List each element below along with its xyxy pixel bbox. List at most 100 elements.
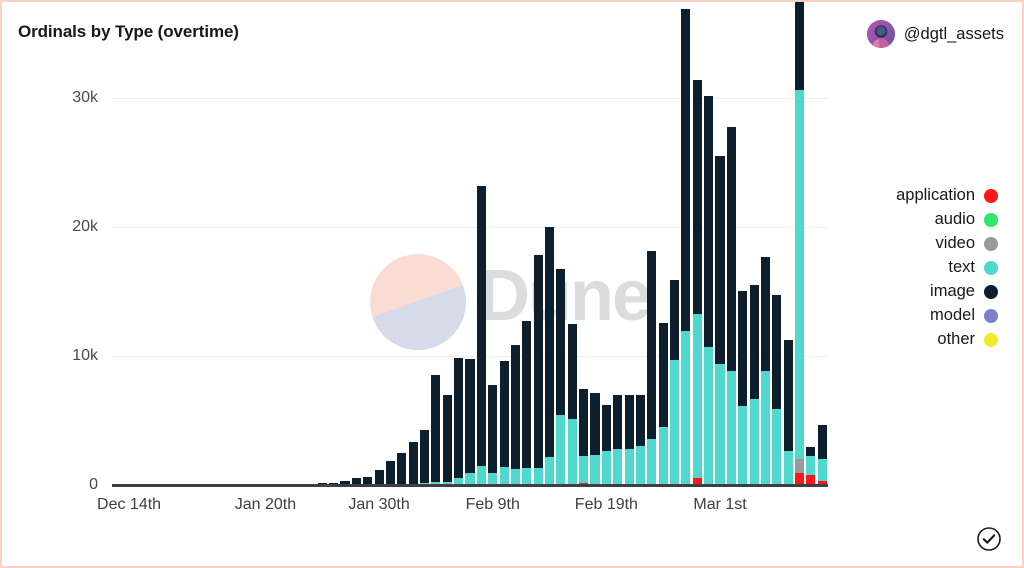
legend-item-label: model — [930, 306, 975, 324]
bar-segment-image — [431, 375, 441, 483]
bar-column[interactable] — [806, 446, 816, 485]
bar-segment-image — [635, 395, 645, 446]
bar-column[interactable] — [454, 358, 464, 485]
account-handle: @dgtl_assets — [903, 24, 1004, 43]
x-axis-ticks: Dec 14th Jan 20th Jan 30th Feb 9th Feb 19th M… — [2, 496, 1022, 522]
bar-segment-image — [783, 339, 793, 451]
bar-segment-image — [738, 290, 748, 406]
bar-column[interactable] — [749, 285, 759, 485]
bar-segment-text — [476, 466, 486, 485]
legend-item-model[interactable]: model — [930, 306, 998, 325]
bar-column[interactable] — [613, 394, 623, 485]
bar-column[interactable] — [681, 8, 691, 485]
bar-segment-image — [795, 2, 805, 91]
bar-segment-image — [749, 285, 759, 400]
bar-column[interactable] — [760, 257, 771, 485]
bar-column[interactable] — [647, 250, 657, 485]
bar-column[interactable] — [658, 322, 668, 485]
bar-segment-image — [476, 186, 486, 467]
bar-column[interactable] — [692, 79, 702, 485]
bar-segment-text — [749, 399, 759, 485]
bar-segment-image — [556, 269, 566, 416]
bar-column[interactable] — [795, 2, 805, 485]
bar-segment-image — [442, 395, 452, 482]
legend-color-swatch — [984, 260, 998, 275]
legend-item-video[interactable]: video — [936, 234, 998, 253]
x-axis-line — [112, 484, 828, 487]
bar-segment-text — [533, 467, 543, 485]
bar-column[interactable] — [499, 361, 509, 485]
legend-color-swatch — [984, 236, 998, 251]
plot-area: Dune — [112, 2, 828, 485]
y-tick-label: 10k — [72, 346, 98, 364]
bar-segment-text — [658, 427, 668, 485]
bar-segment-image — [545, 227, 555, 458]
bar-segment-image — [726, 126, 736, 371]
bar-column[interactable] — [726, 126, 736, 485]
legend-item-label: audio — [934, 210, 975, 228]
account-block[interactable]: @dgtl_assets — [866, 20, 1004, 48]
legend-item-audio[interactable]: audio — [935, 210, 998, 229]
bar-column[interactable] — [704, 95, 714, 485]
bar-column[interactable] — [579, 389, 589, 485]
bar-column[interactable] — [567, 323, 577, 485]
bar-segment-text — [613, 449, 623, 484]
bar-column[interactable] — [374, 470, 384, 485]
bar-segment-image — [499, 361, 509, 467]
bar-column[interactable] — [465, 358, 475, 485]
bar-column[interactable] — [476, 186, 486, 485]
bar-column[interactable] — [817, 424, 827, 485]
bar-column[interactable] — [397, 453, 407, 485]
bar-column[interactable] — [510, 344, 520, 485]
bar-segment-text — [795, 90, 805, 460]
bar-column[interactable] — [419, 429, 430, 485]
bar-column[interactable] — [556, 269, 566, 485]
bar-column[interactable] — [635, 395, 645, 485]
bar-segment-text — [556, 415, 566, 485]
x-tick-label: Feb 9th — [465, 496, 520, 513]
bar-segment-image — [510, 344, 520, 469]
bar-segment-image — [772, 294, 782, 410]
legend: application audio video text image model other — [896, 186, 998, 349]
bar-segment-image — [817, 424, 827, 460]
bar-column[interactable] — [488, 385, 498, 485]
bar-column[interactable] — [385, 461, 395, 485]
bar-segment-image — [533, 254, 543, 468]
x-tick-label: Jan 20th — [234, 496, 297, 513]
legend-item-other[interactable]: other — [937, 330, 998, 349]
bar-segment-image — [658, 322, 668, 428]
bar-column[interactable] — [783, 339, 793, 485]
legend-item-application[interactable]: application — [896, 186, 998, 205]
bar-segment-image — [806, 446, 816, 456]
bar-column[interactable] — [431, 375, 441, 485]
bar-segment-image — [419, 429, 430, 483]
bar-segment-text — [692, 314, 702, 479]
legend-color-swatch — [984, 308, 998, 323]
bar-column[interactable] — [772, 294, 782, 485]
y-axis-ticks: 0 10k 20k 30k — [2, 2, 98, 566]
bar-segment-image — [408, 441, 418, 485]
bar-segment-text — [510, 468, 520, 485]
legend-color-swatch — [984, 212, 998, 227]
legend-item-image[interactable]: image — [930, 282, 998, 301]
bar-column[interactable] — [522, 321, 532, 485]
bar-column[interactable] — [738, 290, 748, 485]
legend-item-label: video — [935, 234, 975, 252]
y-tick-label: 0 — [89, 476, 98, 493]
check-circle-icon[interactable] — [976, 526, 1002, 552]
bar-column[interactable] — [601, 405, 611, 485]
bar-column[interactable] — [408, 441, 418, 485]
bar-column[interactable] — [624, 394, 634, 485]
bar-column[interactable] — [715, 156, 725, 485]
bar-column[interactable] — [670, 280, 680, 485]
bar-column[interactable] — [590, 392, 600, 485]
legend-item-text[interactable]: text — [948, 258, 998, 277]
bar-column[interactable] — [545, 227, 555, 485]
bar-segment-text — [726, 370, 736, 485]
bar-segment-text — [579, 456, 589, 484]
bar-column[interactable] — [442, 395, 452, 485]
bar-column[interactable] — [533, 254, 543, 485]
bar-segment-image — [681, 8, 691, 332]
legend-color-swatch — [984, 284, 998, 299]
bar-segment-image — [624, 394, 634, 450]
